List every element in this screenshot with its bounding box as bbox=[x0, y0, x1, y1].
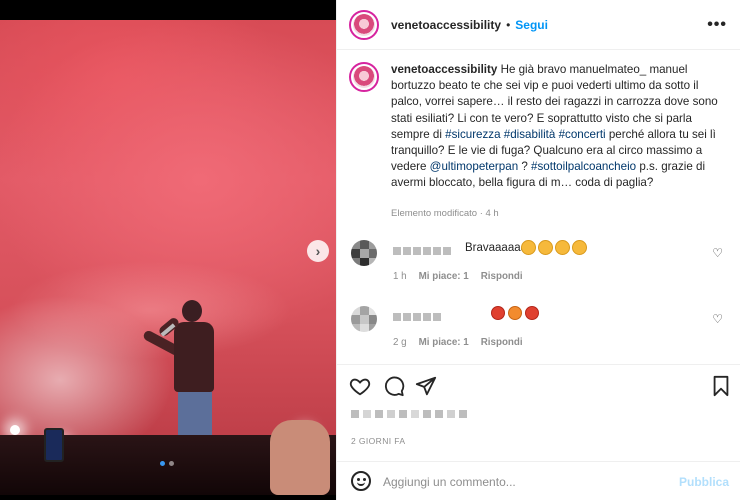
angry-emoji-icon bbox=[508, 306, 522, 320]
comment-icon[interactable] bbox=[383, 375, 405, 401]
clap-emoji-icon bbox=[555, 240, 570, 255]
caption-body: ? bbox=[518, 160, 532, 174]
clap-emoji-icon bbox=[521, 240, 536, 255]
comment-likes[interactable]: Mi piace: 1 bbox=[419, 271, 469, 282]
stage-light bbox=[10, 425, 20, 435]
comment-actions: 2 g Mi piace: 1 Rispondi bbox=[393, 337, 523, 348]
add-comment-bar: Pubblica bbox=[337, 461, 740, 500]
carousel-indicator bbox=[160, 461, 174, 466]
angry-emoji-row bbox=[491, 306, 539, 320]
bookmark-icon[interactable] bbox=[711, 375, 731, 401]
comment-input[interactable] bbox=[383, 471, 673, 493]
carousel-next-button[interactable]: › bbox=[307, 240, 329, 262]
likes-summary-blurred[interactable] bbox=[351, 410, 467, 418]
audience-phone bbox=[44, 428, 64, 462]
reply-button[interactable]: Rispondi bbox=[481, 271, 523, 282]
hashtag-link[interactable]: #sicurezza bbox=[445, 128, 500, 141]
emoji-picker-icon[interactable] bbox=[351, 471, 371, 491]
heart-icon[interactable]: ♡ bbox=[712, 312, 723, 326]
hashtag-link[interactable]: #concerti bbox=[559, 128, 606, 141]
post-caption: venetoaccessibility He già bravo manuelm… bbox=[349, 62, 734, 192]
post-media[interactable]: › bbox=[0, 0, 336, 500]
publish-button[interactable]: Pubblica bbox=[679, 475, 729, 489]
comment-text: Bravaaaaaa bbox=[465, 242, 528, 254]
post-actions-bar bbox=[337, 364, 740, 408]
like-heart-icon[interactable] bbox=[349, 375, 371, 401]
audience-hand bbox=[270, 420, 330, 495]
heart-icon[interactable]: ♡ bbox=[712, 246, 723, 260]
reply-button[interactable]: Rispondi bbox=[481, 337, 523, 348]
comment-likes[interactable]: Mi piace: 1 bbox=[419, 337, 469, 348]
mention-link[interactable]: @ultimopeterpan bbox=[430, 160, 518, 173]
comment-time[interactable]: 2 g bbox=[393, 337, 407, 348]
comment-avatar[interactable] bbox=[351, 306, 377, 332]
share-icon[interactable] bbox=[415, 375, 437, 401]
caption-username[interactable]: venetoaccessibility bbox=[391, 63, 497, 76]
angry-emoji-icon bbox=[525, 306, 539, 320]
header-username[interactable]: venetoaccessibility bbox=[391, 18, 501, 32]
concert-photo bbox=[0, 20, 336, 495]
carousel-dot-active bbox=[160, 461, 165, 466]
caption-meta: Elemento modificato · 4 h bbox=[391, 208, 499, 219]
comment-username-blurred[interactable] bbox=[393, 310, 449, 321]
performer bbox=[140, 300, 230, 450]
post-details-panel: venetoaccessibility • Segui ••• venetoac… bbox=[336, 0, 740, 500]
caption-text: venetoaccessibility He già bravo manuelm… bbox=[391, 62, 731, 192]
clap-emoji-icon bbox=[538, 240, 553, 255]
hashtag-link[interactable]: #sottoilpalcoancheio bbox=[531, 160, 636, 173]
comment-username-blurred[interactable] bbox=[393, 244, 455, 255]
hashtag-link[interactable]: #disabilità bbox=[504, 128, 556, 141]
clap-emoji-row bbox=[521, 240, 587, 255]
avatar[interactable] bbox=[349, 9, 379, 40]
clap-emoji-icon bbox=[572, 240, 587, 255]
post-date[interactable]: 2 GIORNI FA bbox=[351, 436, 405, 446]
angry-emoji-icon bbox=[491, 306, 505, 320]
avatar[interactable] bbox=[349, 62, 379, 92]
header-separator: • bbox=[506, 17, 511, 32]
comment-actions: 1 h Mi piace: 1 Rispondi bbox=[393, 271, 523, 282]
comment-avatar[interactable] bbox=[351, 240, 377, 266]
carousel-dot bbox=[169, 461, 174, 466]
comment-time[interactable]: 1 h bbox=[393, 271, 407, 282]
more-horizontal-icon[interactable]: ••• bbox=[707, 16, 727, 34]
follow-button[interactable]: Segui bbox=[515, 18, 548, 32]
post-header: venetoaccessibility • Segui ••• bbox=[337, 0, 740, 50]
